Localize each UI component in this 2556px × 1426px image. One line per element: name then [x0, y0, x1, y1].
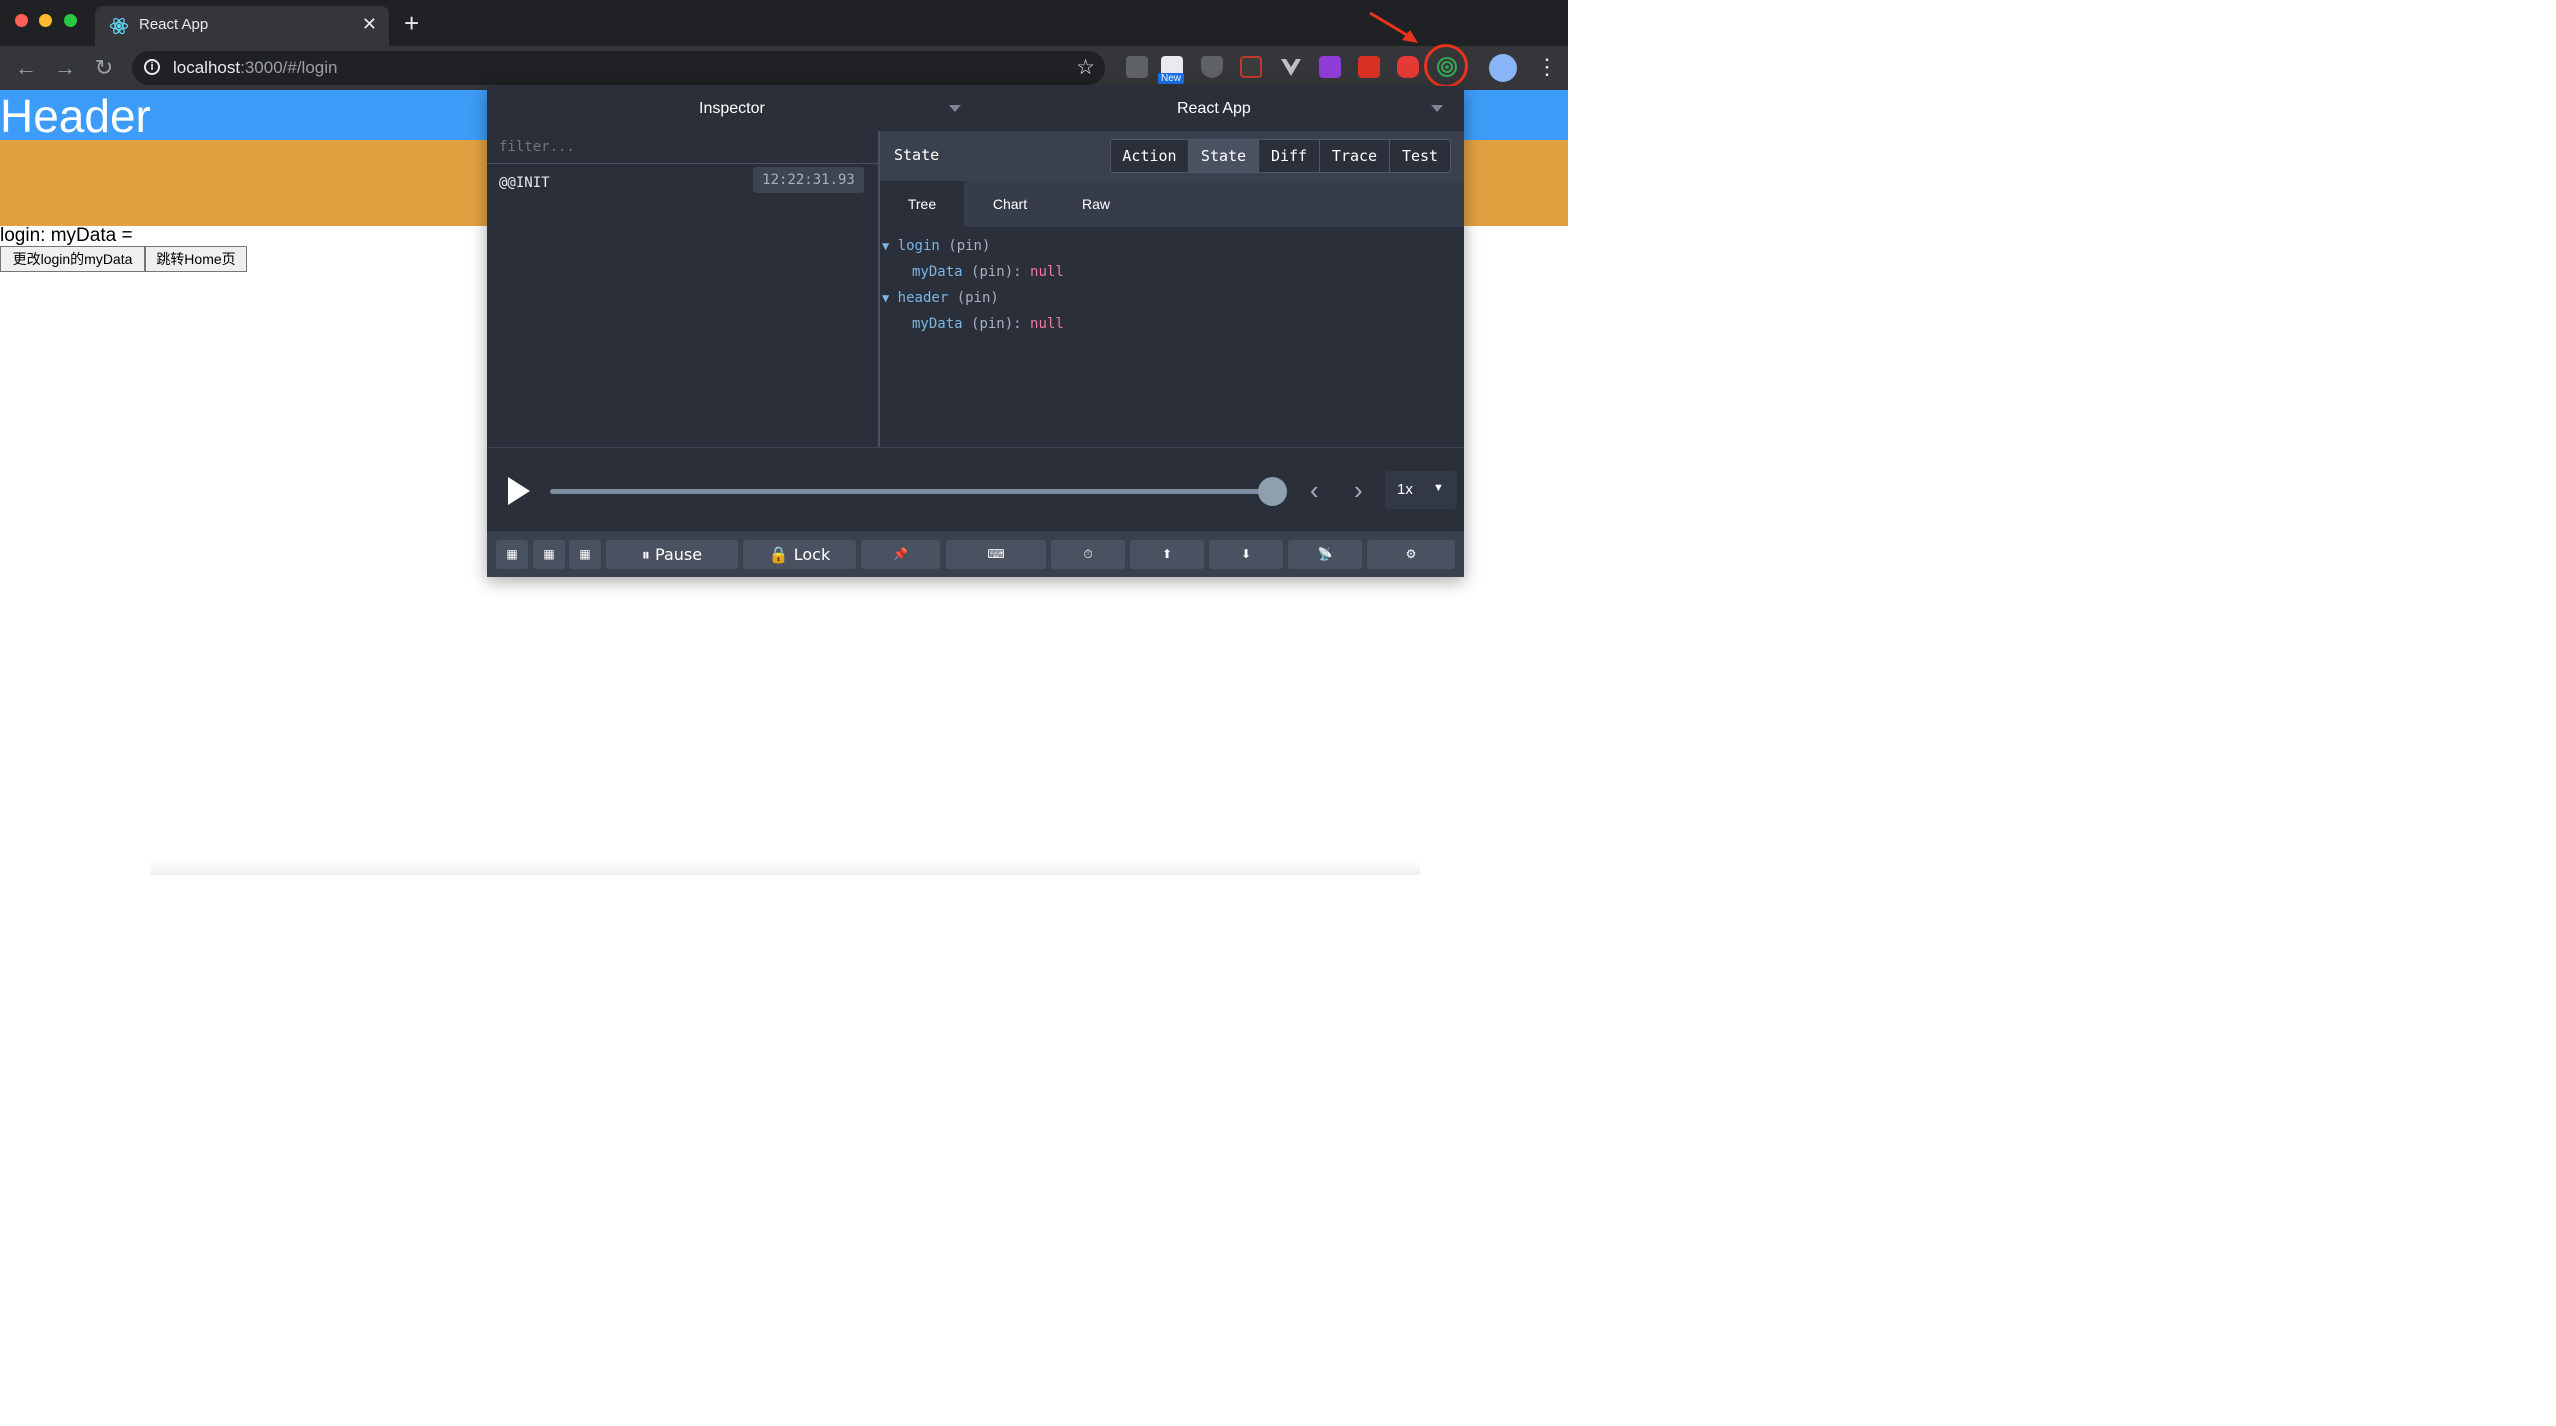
react-logo-icon [109, 17, 129, 35]
page-bottom-shadow [150, 860, 1420, 875]
login-mydata-text: login: myData = [0, 225, 133, 246]
state-title: State [894, 146, 940, 164]
monitor-select[interactable]: Inspector [699, 100, 765, 118]
extension-pen-icon[interactable] [1126, 56, 1148, 78]
close-window-button[interactable] [15, 14, 28, 27]
tree-pin[interactable]: (pin): [971, 316, 1022, 332]
extension-puzzle-icon[interactable] [1358, 56, 1380, 78]
slider-track[interactable] [550, 489, 1272, 494]
subtab-raw[interactable]: Raw [1054, 181, 1138, 227]
upload-icon[interactable]: ⬆ [1130, 540, 1204, 569]
minimize-window-button[interactable] [39, 14, 52, 27]
browser-tab[interactable]: React App ✕ [95, 6, 389, 46]
next-action-icon[interactable]: › [1354, 475, 1363, 506]
speed-select[interactable]: 1x ▼ [1385, 471, 1457, 509]
speed-dropdown-icon[interactable]: ▼ [1433, 482, 1444, 494]
site-info-icon[interactable]: i [144, 59, 160, 75]
view-subtabs: Tree Chart Raw [880, 181, 1464, 227]
time-travel-bar: ‹ › 1x ▼ [487, 447, 1464, 532]
new-tab-button[interactable]: + [404, 8, 419, 39]
state-toolbar: State Action State Diff Trace Test [880, 131, 1464, 181]
back-button[interactable]: ← [12, 54, 40, 82]
keyboard-icon[interactable]: ⌨ [946, 540, 1046, 569]
extension-shield-icon[interactable] [1201, 56, 1223, 78]
browser-toolbar: ← → ↻ i localhost:3000/#/login ☆ New ⋮ [0, 46, 1568, 90]
profile-avatar[interactable] [1489, 54, 1517, 82]
tree-key: myData [912, 264, 963, 280]
extension-vue-icon[interactable] [1280, 56, 1302, 78]
remote-icon[interactable]: 📡 [1288, 540, 1362, 569]
tab-action[interactable]: Action [1110, 139, 1189, 173]
tree-pin[interactable]: (pin): [971, 264, 1022, 280]
instance-select[interactable]: React App [1177, 100, 1251, 118]
tree-leaf-header-mydata: myData (pin): null [912, 316, 1064, 332]
pause-button[interactable]: ⏸ Pause [606, 540, 738, 569]
extension-video-icon[interactable] [1397, 56, 1419, 78]
tab-state[interactable]: State [1188, 139, 1259, 173]
url-path: :3000/#/login [240, 58, 338, 77]
change-login-mydata-button[interactable]: 更改login的myData [0, 246, 145, 272]
expand-arrow-icon[interactable]: ▼ [882, 239, 889, 253]
extension-brackets-icon[interactable] [1240, 56, 1262, 78]
browser-menu-icon[interactable]: ⋮ [1536, 54, 1558, 80]
speed-value: 1x [1397, 481, 1413, 498]
subtab-chart[interactable]: Chart [966, 181, 1054, 227]
persist-clock-icon[interactable]: ⏱ [1051, 540, 1125, 569]
pin-icon[interactable]: 📌 [861, 540, 940, 569]
play-icon[interactable] [508, 477, 530, 505]
url-text[interactable]: localhost:3000/#/login [173, 58, 337, 78]
action-item-time: 12:22:31.93 [753, 167, 864, 193]
tree-node-login[interactable]: ▼ login (pin) [882, 238, 990, 254]
tab-trace[interactable]: Trace [1319, 139, 1390, 173]
layout-right-icon[interactable]: ▦ [533, 540, 565, 569]
tree-value: null [1030, 316, 1064, 332]
tree-node-header[interactable]: ▼ header (pin) [882, 290, 999, 306]
tree-value: null [1030, 264, 1064, 280]
forward-button[interactable]: → [51, 54, 79, 82]
url-host: localhost [173, 58, 241, 77]
reload-button[interactable]: ↻ [90, 54, 118, 82]
go-home-button[interactable]: 跳转Home页 [145, 246, 247, 272]
filter-divider [487, 163, 878, 164]
instance-dropdown-icon[interactable] [1431, 105, 1443, 112]
tab-test[interactable]: Test [1389, 139, 1451, 173]
bookmark-star-icon[interactable]: ☆ [1076, 55, 1095, 80]
tree-key: login [897, 238, 940, 254]
subtab-tree[interactable]: Tree [880, 181, 964, 227]
expand-arrow-icon[interactable]: ▼ [882, 291, 889, 305]
layout-bottom-icon[interactable]: ▦ [569, 540, 601, 569]
page-header-title: Header [0, 90, 151, 142]
tab-close-icon[interactable]: ✕ [362, 14, 377, 35]
tree-pin[interactable]: (pin) [948, 238, 990, 254]
devtools-header: Inspector React App [487, 86, 1464, 132]
action-item-name[interactable]: @@INIT [499, 175, 550, 191]
previous-action-icon[interactable]: ‹ [1310, 475, 1319, 506]
extension-rp-icon[interactable] [1319, 56, 1341, 78]
tab-title: React App [139, 16, 209, 33]
tree-leaf-login-mydata: myData (pin): null [912, 264, 1064, 280]
redux-devtools-panel: Inspector React App @@INIT 12:22:31.93 S… [487, 86, 1464, 577]
tab-diff[interactable]: Diff [1258, 139, 1320, 173]
red-arrow-annotation-icon [1369, 11, 1418, 43]
monitor-dropdown-icon[interactable] [949, 105, 961, 112]
tree-pin[interactable]: (pin) [957, 290, 999, 306]
tree-key: header [897, 290, 949, 306]
address-bar[interactable]: i localhost:3000/#/login ☆ [132, 51, 1105, 85]
download-icon[interactable]: ⬇ [1209, 540, 1283, 569]
browser-titlebar: React App ✕ + [0, 0, 1568, 46]
highlight-circle [1424, 44, 1468, 88]
slider-thumb[interactable] [1257, 477, 1287, 506]
lock-button[interactable]: 🔒 Lock [743, 540, 856, 569]
layout-left-icon[interactable]: ▦ [496, 540, 528, 569]
action-list-pane: @@INIT 12:22:31.93 [487, 131, 880, 447]
filter-input[interactable] [487, 131, 878, 163]
tree-key: myData [912, 316, 963, 332]
settings-gear-icon[interactable]: ⚙ [1367, 540, 1455, 569]
maximize-window-button[interactable] [64, 14, 77, 27]
devtools-bottom-bar: ▦ ▦ ▦ ⏸ Pause 🔒 Lock 📌 ⌨ ⏱ ⬆ ⬇ 📡 ⚙ [487, 531, 1464, 577]
state-pane: State Action State Diff Trace Test Tree … [880, 131, 1464, 447]
extension-new-badge: New [1158, 73, 1185, 84]
